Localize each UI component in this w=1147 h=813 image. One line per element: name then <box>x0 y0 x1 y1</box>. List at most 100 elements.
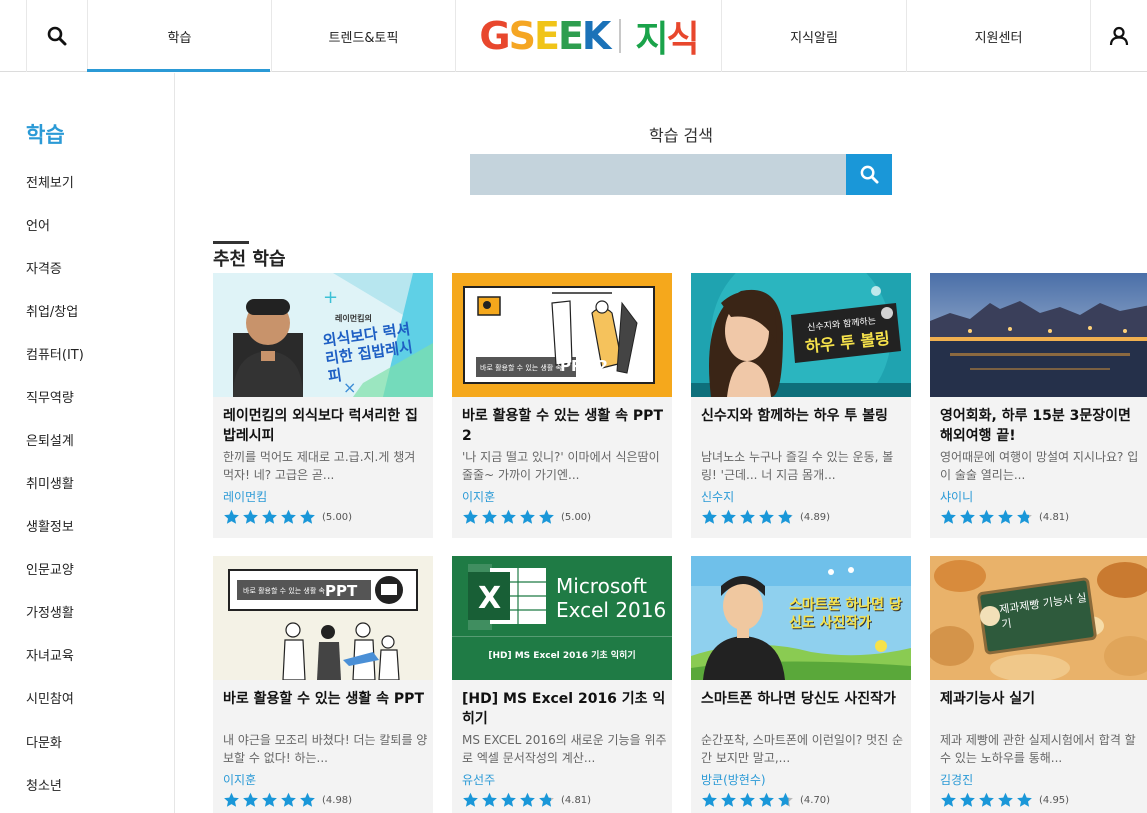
course-card[interactable]: 스마트폰 하나면 당신도 사진작가 스마트폰 하나면 당신도 사진작가 순간포착… <box>691 556 911 813</box>
star-icon <box>262 792 277 807</box>
rating-score: (4.81) <box>1039 511 1070 523</box>
search-icon <box>47 26 67 46</box>
star-icon <box>941 792 956 807</box>
thumbnail-subtitle: 바로 활용할 수 있는 생활 속 <box>243 587 325 595</box>
course-card[interactable]: 바로 활용할 수 있는 생활 속 PPT 2 바로 활용할 수 있는 생활 속 … <box>452 273 672 538</box>
sidebar-item-parenting[interactable]: 자녀교육 <box>26 645 74 664</box>
star-icon <box>224 792 239 807</box>
sidebar-item-retirement[interactable]: 은퇴설계 <box>26 430 74 449</box>
user-icon <box>1109 26 1129 46</box>
user-button[interactable] <box>1090 0 1147 72</box>
rating-score: (4.70) <box>800 794 831 806</box>
course-author[interactable]: 신수지 <box>701 488 734 505</box>
sidebar-item-youth[interactable]: 청소년 <box>26 775 62 794</box>
course-description: 내 야근을 모조리 바쳤다! 더는 칼퇴를 양보할 수 없다! 하는... <box>223 733 428 765</box>
course-thumbnail: + × 레이먼킴의 외식보다 럭셔리한 집밥레시피 <box>213 273 433 397</box>
course-author[interactable]: 방쿤(방현수) <box>701 771 766 788</box>
thumbnail-text: Microsoft Excel 2016 <box>556 574 667 622</box>
star-icon <box>300 792 315 807</box>
rating-score: (4.95) <box>1039 794 1070 806</box>
star-icon <box>941 509 956 524</box>
rating-stars: (5.00) <box>223 509 352 525</box>
section-title: 추천 학습 <box>213 249 286 270</box>
sidebar-item-language[interactable]: 언어 <box>26 215 50 234</box>
svg-text:X: X <box>478 581 501 616</box>
course-title: 바로 활용할 수 있는 생활 속 PPT <box>223 691 424 707</box>
course-author[interactable]: 이지훈 <box>462 488 495 505</box>
sidebar-item-humanities[interactable]: 인문교양 <box>26 559 74 578</box>
top-navigation: 학습 트렌드&토픽 GSEEK 지식 지식알림 지원센터 <box>0 0 1147 72</box>
rating-stars: (4.98) <box>223 792 352 808</box>
course-author[interactable]: 이지훈 <box>223 771 256 788</box>
tab-trend-topic[interactable]: 트렌드&토픽 <box>271 0 455 72</box>
course-card[interactable]: + × 레이먼킴의 외식보다 럭셔리한 집밥레시피 레이먼킴의 외식보다 럭셔리… <box>213 273 433 538</box>
star-icon <box>539 792 554 807</box>
sidebar-item-computer[interactable]: 컴퓨터(IT) <box>26 344 84 363</box>
course-description: 순간포착, 스마트폰에 이런일이? 멋진 순간 보지만 말고,... <box>701 733 904 765</box>
tab-support-center[interactable]: 지원센터 <box>906 0 1090 72</box>
star-icon <box>463 792 478 807</box>
sidebar-item-certificate[interactable]: 자격증 <box>26 258 62 277</box>
search-input[interactable] <box>470 154 846 195</box>
course-card[interactable]: 신수지와 함께하는 하우 투 볼링 신수지와 함께하는 하우 투 볼링 남녀노소… <box>691 273 911 538</box>
course-description: MS EXCEL 2016의 새로운 기능을 위주로 엑셀 문서작성의 계산..… <box>462 733 667 765</box>
course-thumbnail: 제과제빵 기능사 실기 <box>930 556 1147 680</box>
course-card[interactable]: X Microsoft Excel 2016 [HD] MS Excel 201… <box>452 556 672 813</box>
rating-stars: (4.89) <box>701 509 830 525</box>
thumbnail-text: 스마트폰 하나면 당신도 사진작가 <box>789 597 902 631</box>
course-author[interactable]: 샤이니 <box>940 488 973 505</box>
rating-stars: (4.95) <box>940 792 1069 808</box>
sidebar-item-civic[interactable]: 시민참여 <box>26 688 74 707</box>
course-description: 영어때문에 여행이 망설여 지시나요? 입이 술술 열리는... <box>940 450 1139 482</box>
course-title: 레이먼킴의 외식보다 럭셔리한 집밥레시피 <box>223 408 418 444</box>
star-icon <box>224 509 239 524</box>
course-author[interactable]: 레이먼킴 <box>223 488 267 505</box>
star-icon <box>759 792 774 807</box>
logo-link[interactable]: GSEEK 지식 <box>455 0 721 72</box>
gseek-logo: GSEEK 지식 <box>479 10 699 62</box>
rating-stars: (4.70) <box>701 792 830 808</box>
star-icon <box>262 509 277 524</box>
star-icon <box>281 509 296 524</box>
thumbnail-subtitle: 레이먼킴의 <box>335 314 372 323</box>
thumbnail-subtitle: 바로 활용할 수 있는 생활 속 <box>480 364 562 372</box>
sidebar-item-multicultural[interactable]: 다문화 <box>26 732 62 751</box>
active-tab-indicator <box>87 69 270 72</box>
thumbnail-subtitle: [HD] MS Excel 2016 기초 익히기 <box>488 651 636 661</box>
sidebar-item-life-info[interactable]: 생활정보 <box>26 516 74 535</box>
course-card[interactable]: 바로 활용할 수 있는 생활 속 PPT 바로 활용할 수 있는 생활 속 PP… <box>213 556 433 813</box>
sidebar-item-home-life[interactable]: 가정생활 <box>26 602 74 621</box>
search-button[interactable] <box>26 0 87 72</box>
course-thumbnail: 바로 활용할 수 있는 생활 속 PPT 2 <box>452 273 672 397</box>
course-card[interactable]: 영어회화, 하루 15분 3문장이면 해외여행 끝! 영어때문에 여행이 망설여… <box>930 273 1147 538</box>
sidebar-item-employment[interactable]: 취업/창업 <box>26 301 78 320</box>
sidebar-item-all[interactable]: 전체보기 <box>26 172 74 191</box>
course-title: [HD] MS Excel 2016 기초 익히기 <box>462 691 666 727</box>
course-description: 제과 제빵에 관한 실제시험에서 합격 할 수 있는 노하우를 통해... <box>940 733 1136 765</box>
course-author[interactable]: 유선주 <box>462 771 495 788</box>
logo-text: GSEEK <box>479 14 611 58</box>
course-thumbnail: 바로 활용할 수 있는 생활 속 PPT <box>213 556 433 680</box>
star-icon <box>759 509 774 524</box>
course-thumbnail: 스마트폰 하나면 당신도 사진작가 <box>691 556 911 680</box>
course-author[interactable]: 김경진 <box>940 771 973 788</box>
sidebar-item-job-skills[interactable]: 직무역량 <box>26 387 74 406</box>
course-card[interactable]: 제과제빵 기능사 실기 제과기능사 실기 제과 제빵에 관한 실제시험에서 합격… <box>930 556 1147 813</box>
tab-knowledge-alert[interactable]: 지식알림 <box>721 0 906 72</box>
star-icon <box>702 509 717 524</box>
star-icon <box>501 509 516 524</box>
star-icon <box>778 792 793 807</box>
course-description: '나 지금 떨고 있니?' 이마에서 식은땀이 줄줄~ 가까이 가기엔... <box>462 450 660 482</box>
star-icon <box>300 509 315 524</box>
course-thumbnail: X Microsoft Excel 2016 [HD] MS Excel 201… <box>452 556 672 680</box>
star-icon <box>482 509 497 524</box>
rating-score: (5.00) <box>322 511 353 523</box>
sidebar-item-hobby[interactable]: 취미생활 <box>26 473 74 492</box>
search-icon <box>860 165 879 184</box>
rating-score: (4.81) <box>561 794 592 806</box>
tab-learning[interactable]: 학습 <box>87 0 271 72</box>
rating-stars: (4.81) <box>940 509 1069 525</box>
star-icon <box>721 792 736 807</box>
course-thumbnail <box>930 273 1147 397</box>
search-submit-button[interactable] <box>846 154 892 195</box>
